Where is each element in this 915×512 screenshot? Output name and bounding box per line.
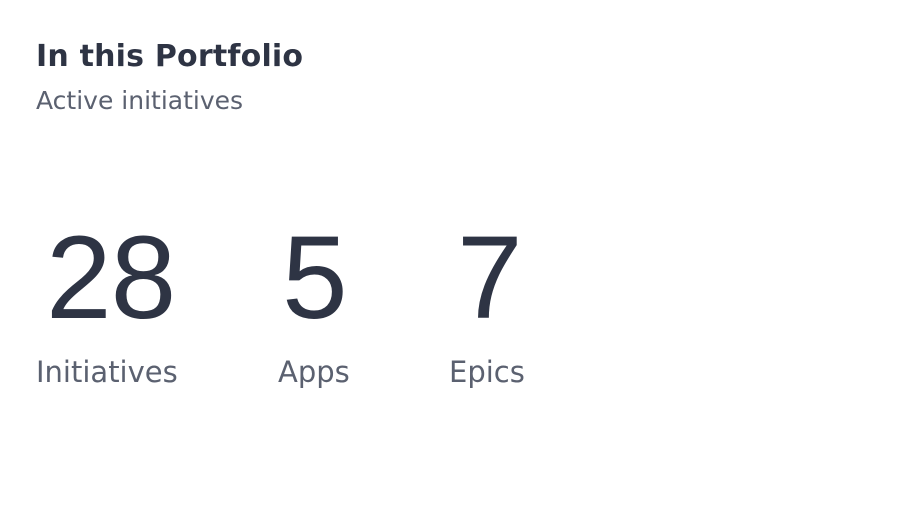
stat-initiatives-value: 28 [46, 212, 176, 344]
portfolio-summary-card: In this Portfolio Active initiatives 28 … [0, 0, 915, 512]
stat-epics: 7 Epics [449, 212, 569, 390]
stat-epics-label: Epics [449, 355, 525, 389]
stats-row: 28 Initiatives 5 Apps 7 Epics [36, 212, 569, 390]
card-title: In this Portfolio [36, 39, 304, 74]
stat-apps: 5 Apps [278, 212, 449, 390]
stat-apps-value: 5 [282, 212, 348, 344]
stat-epics-value: 7 [457, 212, 523, 344]
stat-apps-label: Apps [278, 355, 350, 389]
stat-initiatives-label: Initiatives [36, 355, 178, 389]
card-subtitle: Active initiatives [36, 86, 244, 115]
stat-initiatives: 28 Initiatives [36, 212, 278, 390]
